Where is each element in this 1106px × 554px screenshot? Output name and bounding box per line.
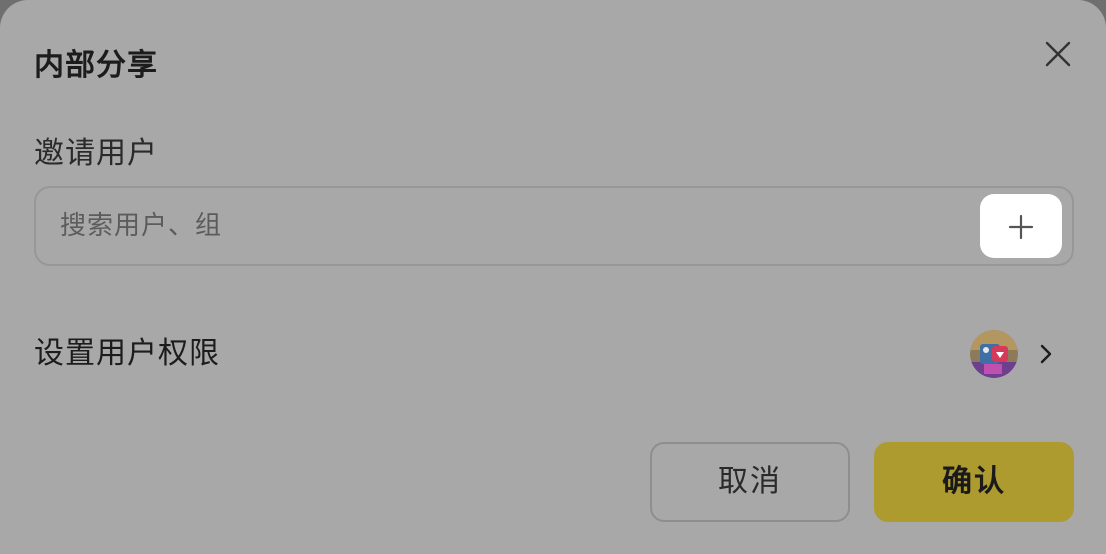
cancel-button[interactable]: 取消	[650, 442, 850, 522]
close-button[interactable]	[1038, 34, 1078, 74]
add-user-button[interactable]	[980, 194, 1062, 258]
share-dialog: 内部分享 邀请用户 设置用户权限	[0, 0, 1106, 554]
search-input[interactable]	[60, 188, 960, 264]
user-avatar	[970, 330, 1018, 378]
set-permissions-label: 设置用户权限	[34, 336, 220, 371]
search-field	[34, 186, 1074, 266]
close-icon	[1045, 41, 1071, 67]
dialog-title: 内部分享	[34, 48, 158, 83]
invite-users-label: 邀请用户	[34, 136, 158, 171]
confirm-button[interactable]: 确认	[874, 442, 1074, 522]
set-permissions-row[interactable]: 设置用户权限	[34, 320, 1074, 388]
chevron-right-icon	[1034, 342, 1058, 366]
plus-icon	[1008, 214, 1034, 240]
